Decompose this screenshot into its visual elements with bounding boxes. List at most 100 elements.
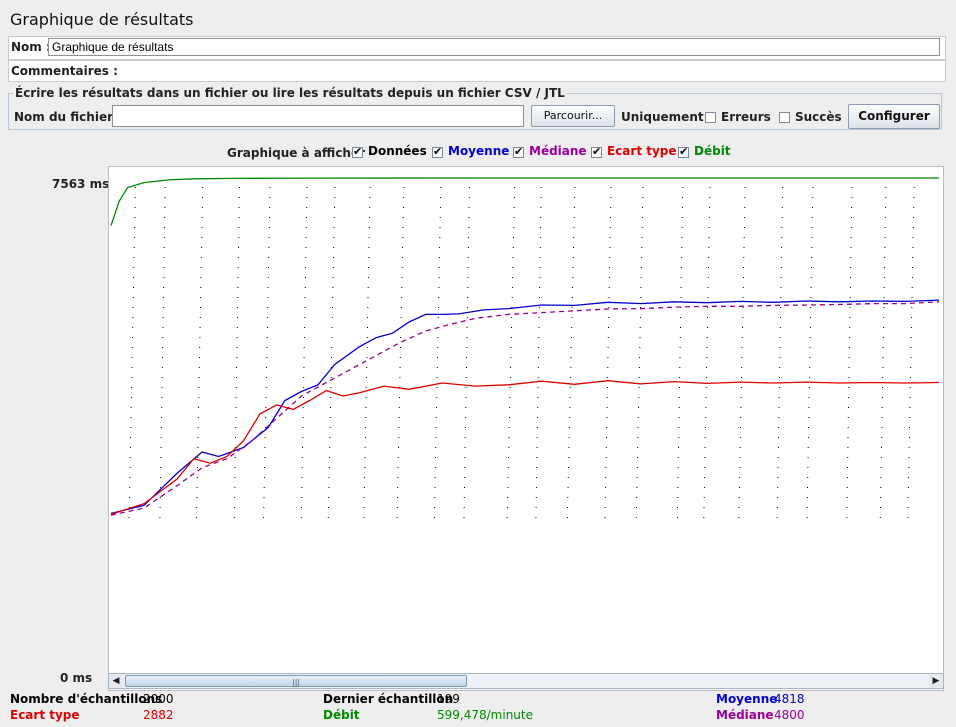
configure-button[interactable]: Configurer xyxy=(848,104,940,129)
sample-point xyxy=(368,227,370,228)
sample-point xyxy=(369,187,371,188)
sample-point xyxy=(536,477,538,478)
sample-point xyxy=(641,247,643,248)
throughput-stat-value: 599,478/minute xyxy=(437,708,533,722)
stddev-checkbox[interactable] xyxy=(591,145,602,158)
sample-point xyxy=(538,327,540,328)
throughput-checkbox[interactable] xyxy=(678,145,689,158)
sample-point xyxy=(808,427,810,428)
sample-point xyxy=(606,427,608,428)
sample-point xyxy=(468,237,470,238)
sample-point xyxy=(567,507,569,508)
sample-point xyxy=(781,227,783,228)
sample-point xyxy=(402,237,404,238)
sample-point xyxy=(334,197,336,198)
sample-point xyxy=(744,207,746,208)
sample-point xyxy=(680,277,682,278)
sample-point xyxy=(779,377,780,378)
data-checkbox[interactable] xyxy=(352,145,363,158)
sample-point xyxy=(570,377,572,378)
graph-scrollbar[interactable]: ◀ ||| ▶ xyxy=(108,673,944,689)
median-checkbox[interactable] xyxy=(513,145,524,158)
sample-point xyxy=(264,467,266,468)
sample-point xyxy=(397,477,399,478)
sample-point xyxy=(910,357,912,358)
sample-point xyxy=(537,377,539,378)
sample-point xyxy=(540,197,542,198)
sample-point xyxy=(810,317,812,318)
sample-point xyxy=(236,337,238,338)
sample-point xyxy=(639,347,641,348)
sample-point xyxy=(808,397,810,398)
scroll-thumb[interactable]: ||| xyxy=(125,675,467,687)
sample-point xyxy=(163,277,165,278)
browse-button[interactable]: Parcourir... xyxy=(531,105,615,127)
sample-point xyxy=(846,497,848,498)
display-label: Graphique à afficher xyxy=(227,146,366,160)
sample-point xyxy=(513,237,514,238)
sample-point xyxy=(132,297,134,298)
sample-point xyxy=(677,467,679,468)
sample-point xyxy=(367,327,368,328)
success-checkbox[interactable] xyxy=(779,112,790,123)
sample-point xyxy=(605,457,607,458)
sample-point xyxy=(513,217,515,218)
sample-point xyxy=(508,457,509,458)
sample-point xyxy=(466,327,468,328)
sample-point xyxy=(641,257,643,258)
sample-point xyxy=(636,507,637,508)
sample-point xyxy=(811,237,813,238)
sample-point xyxy=(847,457,849,458)
samples-label: Nombre d'échantillons xyxy=(10,692,163,706)
sample-point xyxy=(677,487,679,488)
filename-input[interactable] xyxy=(112,105,524,127)
sample-point xyxy=(130,437,132,438)
sample-point xyxy=(678,417,680,418)
sample-point xyxy=(303,377,305,378)
sample-point xyxy=(364,467,366,468)
scroll-left-arrow-icon[interactable]: ◀ xyxy=(109,674,123,688)
sample-point xyxy=(606,437,607,438)
sample-point xyxy=(739,447,741,448)
sample-point xyxy=(302,417,304,418)
page-title: Graphique de résultats xyxy=(10,10,194,29)
sample-point xyxy=(438,267,440,268)
errors-checkbox[interactable] xyxy=(705,112,716,123)
sample-point xyxy=(704,457,706,458)
sample-point xyxy=(781,237,783,238)
sample-point xyxy=(911,287,913,288)
sample-point xyxy=(237,267,239,268)
sample-point xyxy=(366,377,367,378)
sample-point xyxy=(680,327,681,328)
average-checkbox[interactable] xyxy=(432,145,443,158)
sample-point xyxy=(703,497,705,498)
sample-point xyxy=(607,357,609,358)
sample-point xyxy=(440,197,442,198)
sample-point xyxy=(607,377,609,378)
sample-point xyxy=(466,307,468,308)
sample-point xyxy=(538,347,540,348)
sample-point xyxy=(237,297,239,298)
sample-point xyxy=(642,187,644,188)
stddev-stat-label: Ecart type xyxy=(10,708,80,722)
sample-point xyxy=(329,447,331,448)
sample-point xyxy=(439,237,441,238)
sample-point xyxy=(913,217,914,218)
sample-point xyxy=(329,437,331,438)
sample-point xyxy=(200,297,202,298)
scroll-right-arrow-icon[interactable]: ▶ xyxy=(929,674,943,688)
sample-point xyxy=(705,387,707,388)
sample-point xyxy=(680,267,682,268)
sample-point xyxy=(607,347,609,348)
sample-point xyxy=(848,357,850,358)
sample-point xyxy=(848,387,850,388)
name-input[interactable] xyxy=(48,38,940,56)
sample-point xyxy=(741,357,743,358)
sample-point xyxy=(236,367,238,368)
sample-point xyxy=(197,417,199,418)
sample-point xyxy=(512,277,514,278)
sample-point xyxy=(368,237,370,238)
sample-point xyxy=(610,207,612,208)
sample-point xyxy=(363,517,365,518)
sample-point xyxy=(709,187,711,188)
